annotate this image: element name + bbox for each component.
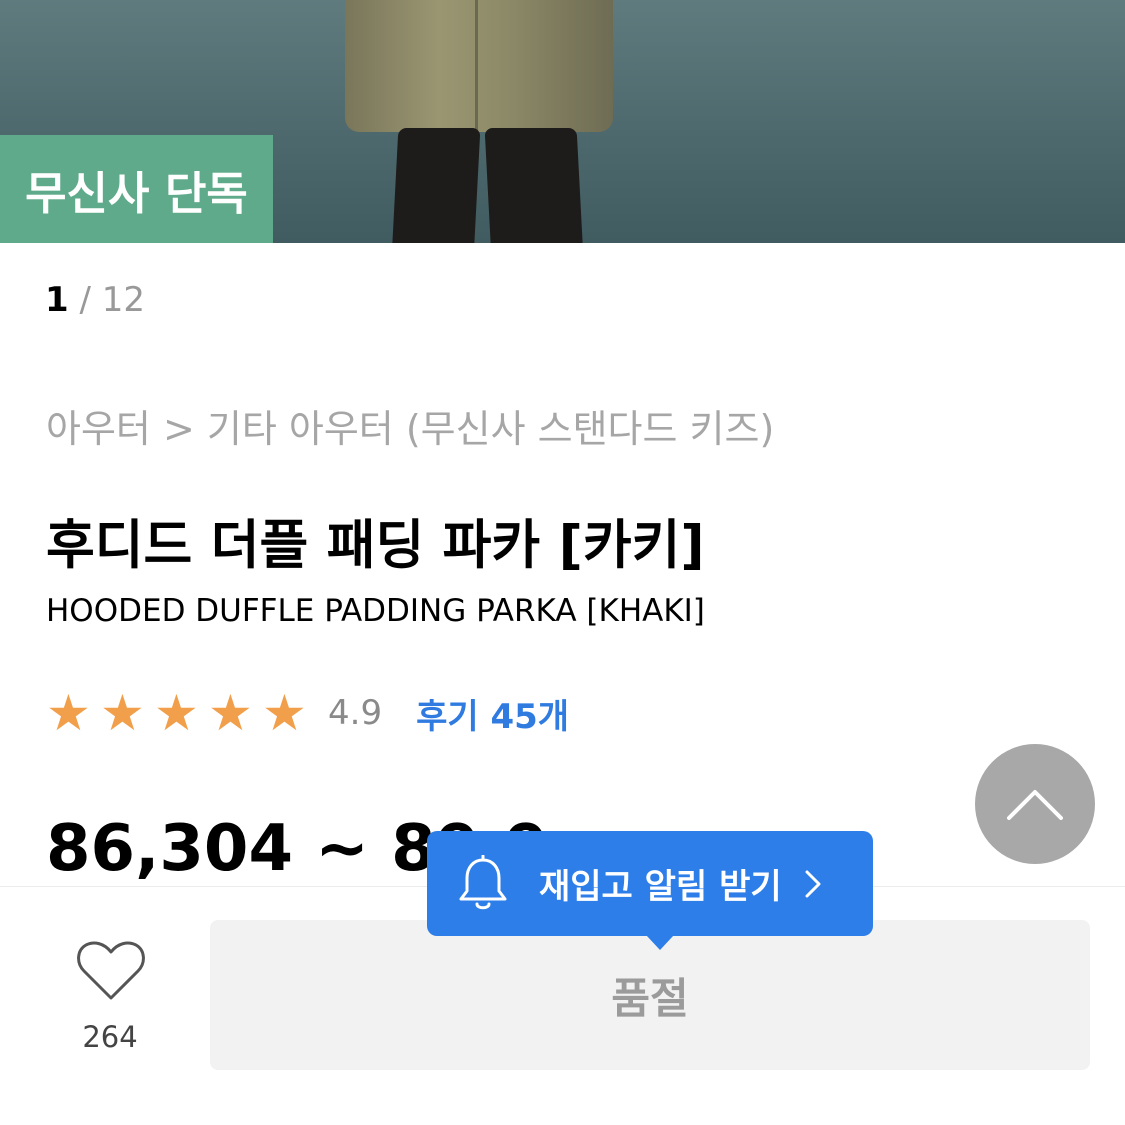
breadcrumb[interactable]: 아우터 > 기타 아우터 (무신사 스탠다드 키즈) <box>46 398 774 453</box>
restock-alert-label: 재입고 알림 받기 <box>539 867 782 907</box>
product-image[interactable]: 무신사 단독 <box>0 0 1125 243</box>
chevron-up-icon <box>1007 790 1063 820</box>
like-button[interactable] <box>70 940 152 1006</box>
scroll-to-top-button[interactable] <box>975 744 1095 864</box>
rating-score: 4.9 <box>328 693 383 733</box>
leg-left <box>391 128 481 243</box>
star-icon: ★ <box>154 684 199 742</box>
product-title: 후디드 더플 패딩 파카 [카키] <box>46 515 705 576</box>
like-count: 264 <box>82 1020 138 1054</box>
star-icon: ★ <box>100 684 145 742</box>
pager-separator: / <box>68 280 102 320</box>
star-icon: ★ <box>208 684 253 742</box>
rating-row: ★ ★ ★ ★ ★ 4.9 후기 45개 <box>46 684 569 742</box>
star-rating: ★ ★ ★ ★ ★ <box>46 684 316 742</box>
tooltip-pointer <box>646 935 674 950</box>
star-icon: ★ <box>262 684 307 742</box>
chevron-right-icon <box>805 870 821 897</box>
exclusive-badge-label: 무신사 단독 <box>25 166 248 220</box>
leg-right <box>484 128 584 243</box>
product-subtitle: HOODED DUFFLE PADDING PARKA [KHAKI] <box>46 593 705 629</box>
coat-image <box>345 0 613 132</box>
pager-current: 1 <box>45 280 69 320</box>
restock-alert-button[interactable]: 재입고 알림 받기 <box>427 831 873 950</box>
image-pager: 1 / 12 <box>45 280 145 320</box>
bell-icon <box>459 854 507 909</box>
reviews-link[interactable]: 후기 45개 <box>416 689 569 738</box>
pager-total: 12 <box>101 280 146 320</box>
star-icon: ★ <box>46 684 91 742</box>
heart-icon <box>77 941 145 1000</box>
soldout-label: 품절 <box>611 973 689 1023</box>
exclusive-badge: 무신사 단독 <box>0 135 273 243</box>
